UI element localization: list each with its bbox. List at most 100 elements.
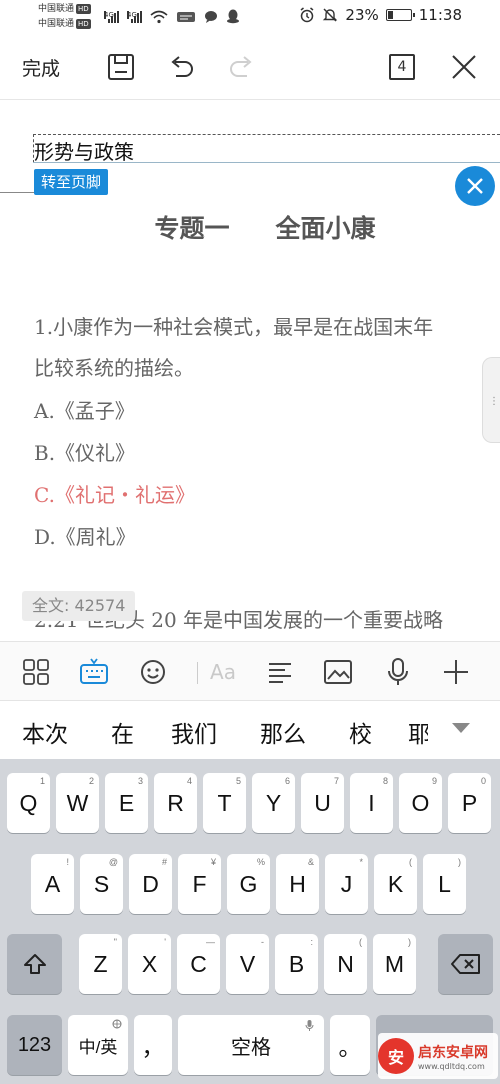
key-s[interactable]: @ S xyxy=(80,854,123,914)
key-w[interactable]: 2W xyxy=(56,773,99,833)
key-r[interactable]: 4R xyxy=(154,773,197,833)
editor-toolbar: 完成 4 xyxy=(0,34,500,100)
key-f[interactable]: ¥ F xyxy=(178,854,221,914)
comma-key[interactable]: ， xyxy=(134,1015,172,1075)
key-alt-label: ) xyxy=(408,937,411,947)
key-alt-label: ) xyxy=(458,857,461,867)
key-v[interactable]: -V xyxy=(226,934,269,994)
key-e[interactable]: 3E xyxy=(105,773,148,833)
key-i[interactable]: 8I xyxy=(350,773,393,833)
key-l[interactable]: ) L xyxy=(423,854,466,914)
keyboard-button[interactable] xyxy=(78,656,110,688)
key-alt-label: & xyxy=(307,857,314,867)
redo-button[interactable] xyxy=(226,50,258,84)
key-o[interactable]: 9O xyxy=(399,773,442,833)
key-label: L xyxy=(438,870,451,897)
add-button[interactable] xyxy=(440,656,472,688)
key-alt-label: 9 xyxy=(431,776,437,786)
key-label: V xyxy=(239,950,256,977)
key-q[interactable]: 1Q xyxy=(7,773,50,833)
close-button[interactable] xyxy=(448,50,480,84)
key-label: O xyxy=(411,789,430,816)
candidate-6[interactable]: 耶 xyxy=(408,715,428,749)
key-label: F xyxy=(192,870,207,897)
backspace-key[interactable] xyxy=(438,934,493,994)
undo-button[interactable] xyxy=(165,50,197,84)
go-to-footer-button[interactable]: 转至页脚 xyxy=(34,169,109,195)
candidate-3[interactable]: 我们 xyxy=(171,715,217,749)
candidate-1[interactable]: 本次 xyxy=(22,715,68,749)
apps-button[interactable] xyxy=(20,656,52,688)
align-icon xyxy=(269,663,291,683)
scroll-handle[interactable]: ⋮⋮ xyxy=(482,357,500,443)
key-alt-label: 6 xyxy=(284,776,290,786)
clock: 11:38 xyxy=(418,6,462,24)
carrier-1: 中国联通 HD xyxy=(38,4,91,14)
hd-badge-1: HD xyxy=(76,4,91,14)
key-label: W xyxy=(66,789,89,816)
key-n[interactable]: (N xyxy=(324,934,367,994)
key-alt-label: 2 xyxy=(88,776,94,786)
insert-image-button[interactable] xyxy=(322,656,354,688)
option-c: C.《礼记・礼运》 xyxy=(34,483,195,507)
key-a[interactable]: ! A xyxy=(31,854,74,914)
document-canvas[interactable]: 形势与政策 转至页脚 专题一 全面小康 1.小康作为一种社会模式，最早是在战国末… xyxy=(0,101,500,641)
period-key[interactable]: 。 xyxy=(330,1015,370,1075)
grip-icon: ⋮⋮ xyxy=(489,396,500,407)
key-p[interactable]: 0P xyxy=(448,773,491,833)
option-a: A.《孟子》 xyxy=(34,399,135,423)
word-count-badge: 全文: 42574 xyxy=(22,591,136,621)
key-y[interactable]: 6Y xyxy=(252,773,295,833)
paragraph-button[interactable] xyxy=(264,656,296,688)
font-button[interactable]: Aa xyxy=(206,656,240,688)
message-icon xyxy=(177,11,195,22)
key-label: K xyxy=(387,870,404,897)
emoji-button[interactable] xyxy=(137,656,169,688)
header-text[interactable]: 形势与政策 xyxy=(34,136,134,165)
key-alt-label: ( xyxy=(359,937,362,947)
key-j[interactable]: * J xyxy=(325,854,368,914)
key-u[interactable]: 7U xyxy=(301,773,344,833)
language-switch-key[interactable]: 中/英 xyxy=(68,1015,128,1075)
number-mode-key[interactable]: 123 xyxy=(7,1015,62,1075)
language-switch-label: 中/英 xyxy=(78,1037,118,1057)
candidate-5[interactable]: 校 xyxy=(349,715,372,749)
status-right: 23% 11:38 xyxy=(299,6,462,24)
key-c[interactable]: — C xyxy=(177,934,220,994)
key-x[interactable]: ' X xyxy=(128,934,171,994)
key-label: I xyxy=(368,789,375,816)
key-k[interactable]: (K xyxy=(374,854,417,914)
image-icon xyxy=(324,660,352,684)
key-b[interactable]: :B xyxy=(275,934,318,994)
key-t[interactable]: 5T xyxy=(203,773,246,833)
key-label: P xyxy=(461,789,478,816)
globe-icon xyxy=(112,1019,122,1029)
key-z[interactable]: " Z xyxy=(79,934,122,994)
watermark-url: www.qdltdq.com xyxy=(418,1061,485,1071)
key-d[interactable]: # D xyxy=(129,854,172,914)
key-alt-label: 5 xyxy=(235,776,241,786)
doc-title: 专题一 全面小康 xyxy=(0,209,500,245)
candidate-2[interactable]: 在 xyxy=(111,715,134,749)
apps-grid-icon xyxy=(23,659,49,685)
watermark-logo-icon: 安 xyxy=(378,1038,414,1074)
header-divider xyxy=(33,162,500,163)
key-g[interactable]: % G xyxy=(227,854,270,914)
title-part-2: 全面小康 xyxy=(275,214,376,243)
close-header-button[interactable] xyxy=(455,166,495,206)
header-rule xyxy=(0,192,34,193)
expand-candidates-icon[interactable] xyxy=(452,723,470,733)
key-h[interactable]: & H xyxy=(276,854,319,914)
space-key[interactable]: 空格 xyxy=(178,1015,324,1075)
save-button[interactable] xyxy=(105,50,137,84)
tabs-button[interactable]: 4 xyxy=(388,50,416,84)
candidate-4[interactable]: 那么 xyxy=(260,715,306,749)
key-label: B xyxy=(288,950,305,977)
tab-count-icon: 4 xyxy=(389,54,415,80)
key-alt-label: ¥ xyxy=(210,857,216,867)
voice-button[interactable] xyxy=(382,656,414,688)
shift-key[interactable] xyxy=(7,934,62,994)
key-alt-label: % xyxy=(256,857,265,867)
key-m[interactable]: ) M xyxy=(373,934,416,994)
done-button[interactable]: 完成 xyxy=(22,50,60,84)
